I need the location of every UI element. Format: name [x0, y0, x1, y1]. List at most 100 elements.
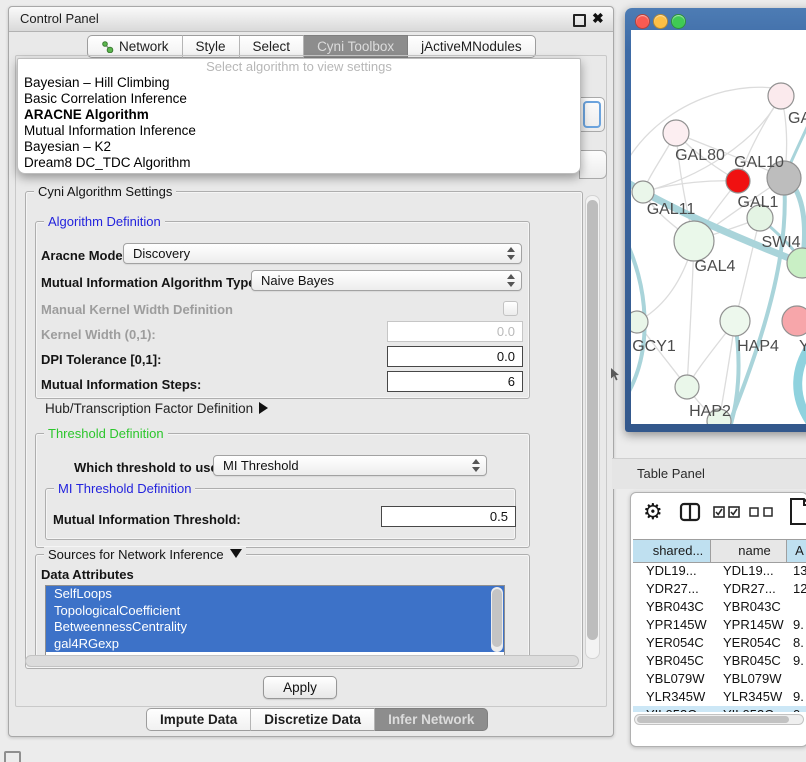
- table-row[interactable]: YIL052CYIL052C0.: [633, 706, 806, 712]
- algorithm-item-bayesian-hill-climbing[interactable]: Bayesian – Hill Climbing: [18, 75, 580, 91]
- minimize-button[interactable]: [653, 14, 668, 29]
- table-row[interactable]: YBL079WYBL079W: [633, 670, 806, 688]
- table-row[interactable]: YBR045CYBR045C9.: [633, 652, 806, 670]
- network-node-gal11[interactable]: [632, 181, 654, 203]
- table-cell: YPR145W: [633, 616, 711, 634]
- mi-threshold-label: Mutual Information Threshold:: [53, 512, 241, 527]
- data-attributes-list[interactable]: SelfLoopsTopologicalCoefficientBetweenne…: [45, 585, 505, 656]
- close-button[interactable]: [635, 14, 650, 29]
- aracne-mode-value: Discovery: [133, 246, 190, 261]
- network-icon: [101, 40, 114, 53]
- network-node-hap4[interactable]: [720, 306, 750, 336]
- settings-vertical-scrollbar[interactable]: [585, 195, 600, 659]
- network-view-window[interactable]: GALGAL80GAL10GAL11GAL1GAL4SWI4GCY1HAP4YH…: [625, 8, 806, 432]
- collapse-down-icon[interactable]: [230, 549, 242, 558]
- algorithm-item-bayesian-k2[interactable]: Bayesian – K2: [18, 139, 580, 155]
- network-node-gal80[interactable]: [663, 120, 689, 146]
- table-panel-window: ⚙ shared...nameA YDL19...YDL19...13YDR27…: [630, 492, 806, 747]
- unchecked-pair-icon[interactable]: [749, 507, 775, 517]
- network-node-swi4[interactable]: [787, 248, 806, 278]
- algorithm-combobox-partial[interactable]: [579, 97, 605, 132]
- hub-definition-label: Hub/Transcription Factor Definition: [45, 401, 253, 416]
- gear-icon[interactable]: ⚙: [643, 499, 663, 525]
- table-cell: YDL19...: [711, 562, 787, 580]
- tab-discretize-data[interactable]: Discretize Data: [251, 708, 375, 731]
- network-canvas[interactable]: GALGAL80GAL10GAL11GAL1GAL4SWI4GCY1HAP4YH…: [631, 30, 806, 424]
- tab-label: Cyni Toolbox: [317, 36, 394, 57]
- table-row[interactable]: YDR27...YDR27...12: [633, 580, 806, 598]
- mi-type-label: Mutual Information Algorithm Type:: [41, 275, 260, 290]
- algorithm-item-aracne-algorithm[interactable]: ARACNE Algorithm: [18, 107, 580, 123]
- algorithm-item-mutual-information-inference[interactable]: Mutual Information Inference: [18, 123, 580, 139]
- attributes-scrollbar[interactable]: [491, 587, 503, 652]
- close-icon[interactable]: ✖: [592, 10, 604, 27]
- apply-button[interactable]: Apply: [263, 676, 337, 699]
- mi-steps-field[interactable]: 6: [387, 371, 523, 392]
- network-node-hap2[interactable]: [675, 375, 699, 399]
- network-node-y[interactable]: [782, 306, 806, 336]
- network-node-gal[interactable]: [768, 83, 794, 109]
- table-row[interactable]: YER054CYER054C8.: [633, 634, 806, 652]
- tab-impute-data[interactable]: Impute Data: [146, 708, 251, 731]
- column-header-name[interactable]: name: [711, 540, 787, 562]
- mi-threshold-field[interactable]: 0.5: [381, 506, 516, 527]
- network-node-gal4[interactable]: [674, 221, 714, 261]
- screen: Control Panel ✖ NetworkStyleSelectCyni T…: [0, 0, 806, 762]
- kernel-width-field[interactable]: 0.0: [387, 321, 523, 342]
- table-cell: YPR145W: [711, 616, 787, 634]
- table-cell: YDR27...: [633, 580, 711, 598]
- table-cell: YDL19...: [633, 562, 711, 580]
- node-label-gcy1: GCY1: [632, 338, 676, 355]
- kernel-width-label: Kernel Width (0,1):: [41, 327, 156, 342]
- network-combobox-partial[interactable]: [579, 150, 607, 179]
- table-cell: 12: [787, 580, 806, 598]
- table-cell: YBL079W: [711, 670, 787, 688]
- table-cell: YLR345W: [633, 688, 711, 706]
- algorithm-item-dream8-dc-tdc-algorithm[interactable]: Dream8 DC_TDC Algorithm: [18, 155, 580, 171]
- split-columns-icon[interactable]: [679, 501, 701, 523]
- scrollbar-thumb[interactable]: [492, 589, 502, 647]
- attribute-item-gal4rgexp[interactable]: gal4RGexp: [46, 636, 504, 653]
- document-icon[interactable]: [789, 497, 806, 527]
- data-attributes-label: Data Attributes: [41, 567, 134, 582]
- control-panel-titlebar[interactable]: Control Panel ✖: [9, 7, 613, 32]
- mi-type-value: Naive Bayes: [261, 273, 334, 288]
- table-toolbar: ⚙: [631, 493, 806, 537]
- column-header-a[interactable]: A: [787, 540, 806, 562]
- hub-definition-toggle[interactable]: Hub/Transcription Factor Definition: [45, 401, 268, 416]
- network-node-gcy1[interactable]: [631, 311, 648, 333]
- taskbar-mini-icon[interactable]: [4, 751, 21, 762]
- mi-algorithm-type-select[interactable]: Naive Bayes: [251, 270, 522, 291]
- algorithm-item-basic-correlation-inference[interactable]: Basic Correlation Inference: [18, 91, 580, 107]
- attribute-item-topologicalcoefficient[interactable]: TopologicalCoefficient: [46, 603, 504, 620]
- zoom-button[interactable]: [671, 14, 686, 29]
- manual-kernel-checkbox[interactable]: [503, 301, 518, 316]
- table-row[interactable]: YBR043CYBR043C: [633, 598, 806, 616]
- network-node[interactable]: [726, 169, 750, 193]
- attribute-item-betweennesscentrality[interactable]: BetweennessCentrality: [46, 619, 504, 636]
- tab-infer-network[interactable]: Infer Network: [375, 708, 488, 731]
- network-edges: [631, 87, 806, 424]
- expand-right-icon[interactable]: [259, 402, 268, 414]
- sources-group-title[interactable]: Sources for Network Inference: [44, 547, 246, 562]
- settings-horizontal-scrollbar[interactable]: [25, 655, 579, 667]
- column-header-shared[interactable]: shared...: [633, 540, 711, 562]
- attribute-item-selfloops[interactable]: SelfLoops: [46, 586, 504, 603]
- tab-label: jActiveMNodules: [421, 36, 522, 57]
- which-threshold-select[interactable]: MI Threshold: [213, 455, 487, 476]
- table-row[interactable]: YPR145WYPR145W9.: [633, 616, 806, 634]
- node-label-gal4: GAL4: [695, 258, 736, 275]
- table-cell: YBR043C: [711, 598, 787, 616]
- table-row[interactable]: YDL19...YDL19...13: [633, 562, 806, 580]
- checked-pair-icon[interactable]: [713, 506, 741, 518]
- table-cell: YDR27...: [711, 580, 787, 598]
- scrollbar-thumb[interactable]: [637, 716, 789, 723]
- attribute-items: SelfLoopsTopologicalCoefficientBetweenne…: [46, 586, 504, 652]
- float-window-icon[interactable]: [573, 14, 586, 27]
- table-cell: YER054C: [633, 634, 711, 652]
- table-horizontal-scrollbar[interactable]: [634, 714, 804, 725]
- scrollbar-thumb[interactable]: [587, 200, 598, 640]
- table-row[interactable]: YLR345WYLR345W9.: [633, 688, 806, 706]
- aracne-mode-select[interactable]: Discovery: [123, 243, 522, 264]
- dpi-tolerance-field[interactable]: 0.0: [387, 346, 523, 367]
